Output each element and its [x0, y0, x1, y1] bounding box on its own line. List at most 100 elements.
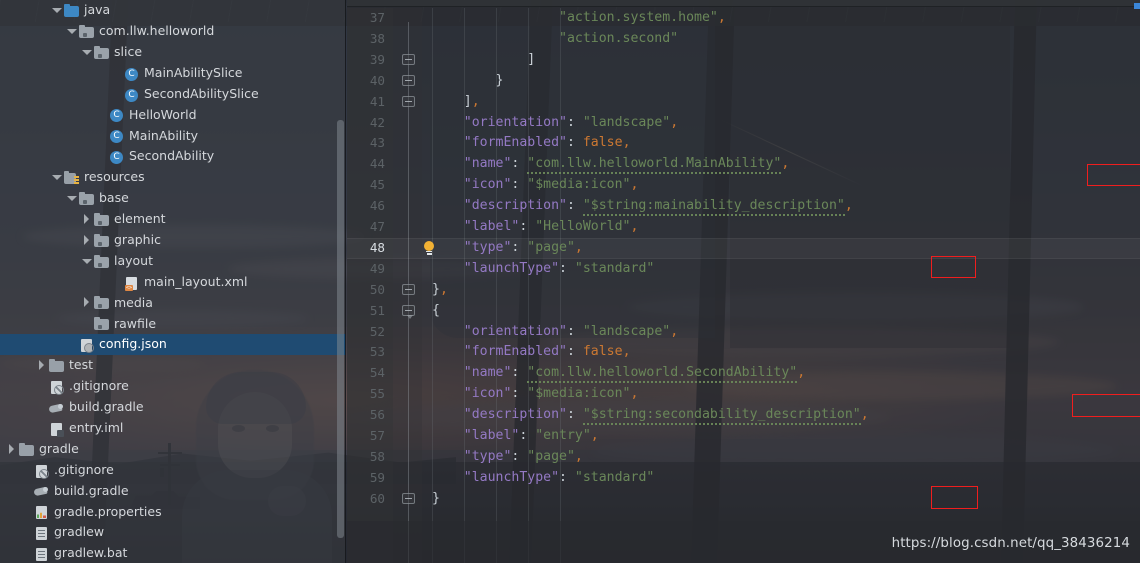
code-line-60[interactable]: 60}: [347, 489, 1140, 510]
code-line-48[interactable]: 48 "type": "page",: [347, 237, 1140, 259]
chevron-right-icon[interactable]: [36, 360, 47, 371]
fold-toggle-icon[interactable]: [402, 74, 415, 86]
tree-item-java[interactable]: java: [0, 0, 346, 21]
json-file-icon: [79, 337, 94, 354]
tree-item-mainability[interactable]: C MainAbility: [0, 125, 346, 146]
code-line-text: "launchType": "standard": [463, 469, 655, 485]
chevron-right-icon[interactable]: [81, 234, 92, 246]
tree-item-entry-iml[interactable]: entry.iml: [0, 418, 346, 439]
chevron-right-icon[interactable]: [6, 443, 17, 455]
code-line-53[interactable]: 53 "formEnabled": false,: [347, 342, 1140, 363]
sidebar-scrollbar-thumb[interactable]: [337, 120, 344, 538]
tree-item-label: slice: [114, 43, 143, 59]
sidebar-divider[interactable]: [345, 0, 346, 563]
lightbulb-icon[interactable]: [422, 240, 435, 256]
tree-item-gradlew-bat[interactable]: gradlew.bat: [0, 543, 346, 563]
code-line-52[interactable]: 52 "orientation": "landscape",: [347, 322, 1140, 343]
tree-item-helloworld[interactable]: C HelloWorld: [0, 104, 346, 125]
tree-item-secondability[interactable]: C SecondAbility: [0, 146, 346, 167]
code-line-55[interactable]: 55 "icon": "$media:icon",: [347, 384, 1140, 405]
tree-item-label: entry.iml: [69, 420, 124, 435]
code-line-47[interactable]: 47 "label": "HelloWorld",: [347, 217, 1140, 238]
tree-item-config-json[interactable]: config.json: [0, 334, 346, 356]
java-class-icon: C: [124, 66, 139, 81]
tree-item-element[interactable]: element: [0, 209, 346, 230]
code-line-45[interactable]: 45 "icon": "$media:icon",: [347, 175, 1140, 196]
tree-item-build-gradle[interactable]: build.gradle: [0, 480, 346, 501]
tree-item-build-gradle[interactable]: build.gradle: [0, 397, 346, 418]
line-number: 49: [369, 260, 385, 276]
code-line-40[interactable]: 40}: [347, 71, 1140, 92]
tree-item-resources[interactable]: resources: [0, 167, 346, 188]
fold-toggle-icon[interactable]: [402, 95, 415, 107]
sidebar-scrollbar[interactable]: [337, 0, 344, 563]
fold-toggle-icon[interactable]: [402, 53, 415, 65]
tree-item-mainabilityslice[interactable]: C MainAbilitySlice: [0, 63, 346, 84]
tree-item-label: gradlew.bat: [54, 545, 128, 561]
tree-item-slice[interactable]: slice: [0, 42, 346, 63]
fold-toggle-icon[interactable]: [402, 492, 415, 504]
code-line-38[interactable]: 38 "action.second": [347, 29, 1140, 50]
fold-toggle-icon[interactable]: [402, 283, 415, 295]
code-line-text: "formEnabled": false,: [463, 344, 631, 360]
code-line-59[interactable]: 59 "launchType": "standard": [347, 468, 1140, 489]
code-line-text: },: [432, 281, 448, 297]
code-line-49[interactable]: 49 "launchType": "standard": [347, 259, 1140, 280]
project-tree[interactable]: java com.llw.helloworld slice C MainAbilityS…: [0, 0, 346, 563]
chevron-down-icon[interactable]: [81, 256, 92, 267]
tree-item-gradlew[interactable]: gradlew: [0, 522, 346, 543]
tree-item-gitignore[interactable]: .gitignore: [0, 376, 346, 397]
tree-item-label: test: [69, 357, 94, 373]
code-line-57[interactable]: 57 "label": "entry",: [347, 426, 1140, 447]
code-line-54[interactable]: 54 "name": "com.llw.helloworld.SecondAbil…: [347, 363, 1140, 384]
chevron-down-icon[interactable]: [81, 47, 92, 58]
tree-item-test[interactable]: test: [0, 355, 346, 376]
code-line-39[interactable]: 39]: [347, 50, 1140, 71]
chevron-right-icon[interactable]: [81, 297, 92, 308]
code-line-46[interactable]: 46 "description": "$string:mainability_de…: [347, 196, 1140, 217]
line-number: 46: [369, 198, 385, 214]
tree-item-rawfile[interactable]: rawfile: [0, 313, 346, 334]
code-line-text: "name": "com.llw.helloworld.MainAbility"…: [464, 154, 789, 175]
code-content[interactable]: 37 "action.system.home", 38 "action.second"…: [347, 8, 1140, 563]
tree-item-layout[interactable]: layout: [0, 251, 346, 272]
tree-item-main-layout-xml[interactable]: main_layout.xml: [0, 272, 346, 293]
line-number: 45: [369, 177, 385, 193]
tree-item-base[interactable]: base: [0, 188, 346, 209]
code-line-41[interactable]: 41],: [347, 92, 1140, 113]
code-line-56[interactable]: 56 "description": "$string:secondability_…: [347, 405, 1140, 426]
code-editor-panel[interactable]: 37 "action.system.home", 38 "action.second"…: [347, 0, 1140, 563]
code-line-37[interactable]: 37 "action.system.home",: [347, 8, 1140, 29]
editor-marker[interactable]: [1134, 3, 1140, 9]
code-line-51[interactable]: 51 {: [347, 301, 1140, 322]
code-line-50[interactable]: 50},: [347, 280, 1140, 301]
chevron-down-icon[interactable]: [51, 5, 62, 16]
code-line-43[interactable]: 43 "formEnabled": false,: [347, 133, 1140, 154]
project-tree-panel[interactable]: java com.llw.helloworld slice C MainAbilityS…: [0, 0, 346, 563]
chevron-right-icon[interactable]: [81, 213, 92, 225]
fold-toggle-icon[interactable]: [402, 304, 415, 319]
tree-item-media[interactable]: media: [0, 292, 346, 313]
line-number: 58: [369, 448, 385, 464]
tree-item-label: main_layout.xml: [144, 273, 248, 289]
tree-item-label: MainAbility: [129, 127, 199, 143]
line-number: 52: [369, 323, 385, 339]
code-line-text: "description": "$string:mainability_desc…: [464, 196, 853, 217]
code-line-text: ],: [463, 93, 480, 109]
chevron-down-icon[interactable]: [51, 172, 62, 183]
code-line-58[interactable]: 58 "type": "page",: [347, 447, 1140, 468]
tree-item-gitignore[interactable]: .gitignore: [0, 460, 346, 481]
code-line-44[interactable]: 44 "name": "com.llw.helloworld.MainAbilit…: [347, 154, 1140, 175]
chevron-down-icon[interactable]: [66, 26, 77, 37]
tree-item-com-llw-helloworld[interactable]: com.llw.helloworld: [0, 21, 346, 42]
tree-item-graphic[interactable]: graphic: [0, 230, 346, 251]
chevron-down-icon[interactable]: [66, 193, 77, 204]
code-line-42[interactable]: 42 "orientation": "landscape",: [347, 113, 1140, 134]
tree-item-secondabilityslice[interactable]: C SecondAbilitySlice: [0, 84, 346, 105]
tree-item-label: layout: [114, 252, 154, 268]
tree-item-gradle-properties[interactable]: gradle.properties: [0, 501, 346, 522]
tree-item-gradle[interactable]: gradle: [0, 439, 346, 460]
